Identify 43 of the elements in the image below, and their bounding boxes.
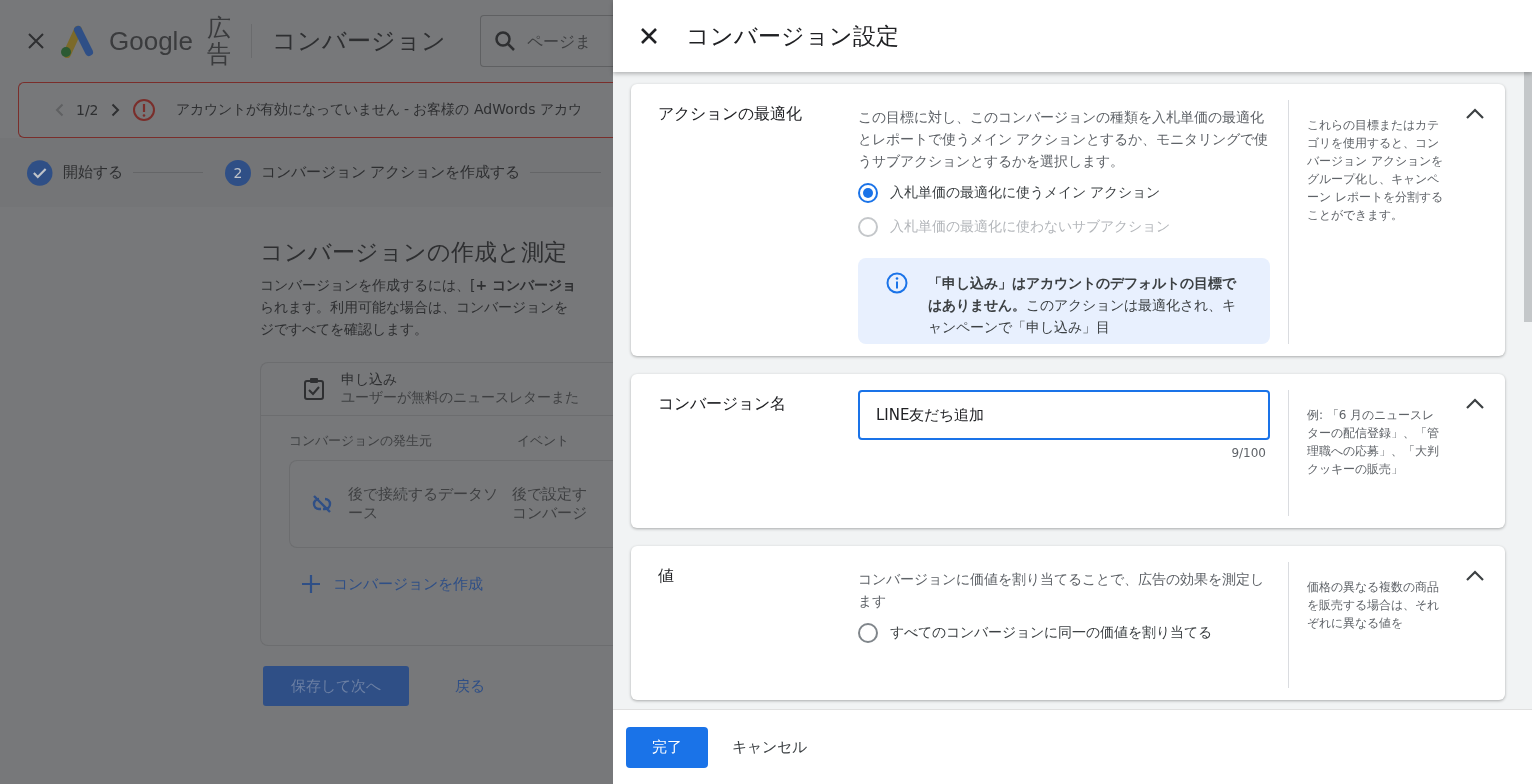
step-label[interactable]: コンバージョン アクションを作成する (260, 163, 521, 182)
notice-text: 「申し込み」はアカウントのデフォルトの目標ではありません。このアクションは最適化され、キャンペーンで「申し込み」目 (928, 274, 1238, 337)
section-description: コンバージョンに価値を割り当てることで、広告の効果を測定します (858, 570, 1265, 611)
alert-message: アカウントが有効になっていません - お客様の AdWords アカウ (175, 101, 582, 119)
help-text: 例: 「6 月のニュースレターの配信登録」、「管理職への応募」、「大判クッキーの販売」 (1307, 407, 1440, 478)
save-next-button[interactable]: 保存して次へ (263, 666, 409, 706)
section-description: コンバージョンを作成するには、[+ コンバージョ られます。利用可能な場合は、コンバージョンを ジですべてを確認します。 (260, 276, 578, 339)
error-icon (131, 98, 156, 122)
logo-suffix: 広告 (206, 14, 231, 68)
section-label: アクションの最適化 (658, 103, 803, 125)
create-conversion-link[interactable]: コンバージョンを作成 (301, 574, 613, 594)
conversion-name-field[interactable]: LINE友だち追加 (858, 390, 1270, 440)
page-title: コンバージョン (271, 26, 446, 57)
scrollbar-thumb[interactable] (1524, 72, 1532, 322)
step-label[interactable]: 開始する (62, 163, 123, 182)
section-description: この目標に対し、このコンバージョンの種類を入札単価の最適化とレポートで使うメイン アクションとするか、モニタリングで使うサブアクションとするかを選択します。 (858, 108, 1270, 171)
plus-icon (301, 574, 321, 594)
section-heading: コンバージョンの作成と測定 (260, 238, 568, 267)
section-label: 値 (658, 565, 675, 587)
cancel-button[interactable]: キャンセル (726, 736, 813, 758)
logo-icon (59, 24, 95, 58)
goal-title: 申し込み (341, 371, 398, 389)
panel-title: コンバージョン設定 (686, 21, 899, 51)
logo-text: Google (109, 25, 193, 57)
step-number: 2 (225, 159, 251, 186)
help-text: 価格の異なる複数の商品を販売する場合は、それぞれに異なる値を (1307, 579, 1440, 632)
caret-icon[interactable] (1465, 570, 1485, 582)
chevron-right-icon[interactable] (110, 103, 120, 117)
caret-icon[interactable] (1465, 398, 1485, 410)
radio-option[interactable]: すべてのコンバージョンに同一の価値を割り当てる (858, 616, 1270, 650)
close-icon[interactable] (640, 27, 658, 45)
character-counter: 9/100 (1231, 446, 1267, 460)
done-button[interactable]: 完了 (626, 726, 708, 768)
back-button[interactable]: 戻る (449, 675, 491, 697)
event-name: 後で設定すコンバージ (512, 485, 588, 523)
help-text: これらの目標またはカテゴリを使用すると、コンバージョン アクションをグループ化し、キャンペーン レポートを分割することができます。 (1307, 117, 1444, 224)
clipboard-check-icon (303, 377, 325, 401)
info-icon (886, 272, 908, 294)
caret-icon[interactable] (1465, 108, 1485, 120)
alert-counter: 1/2 (76, 102, 99, 118)
section-label: コンバージョン名 (658, 393, 787, 415)
search-icon (493, 30, 516, 52)
radio-option[interactable]: 入札単価の最適化に使うメイン アクション (858, 176, 1270, 210)
